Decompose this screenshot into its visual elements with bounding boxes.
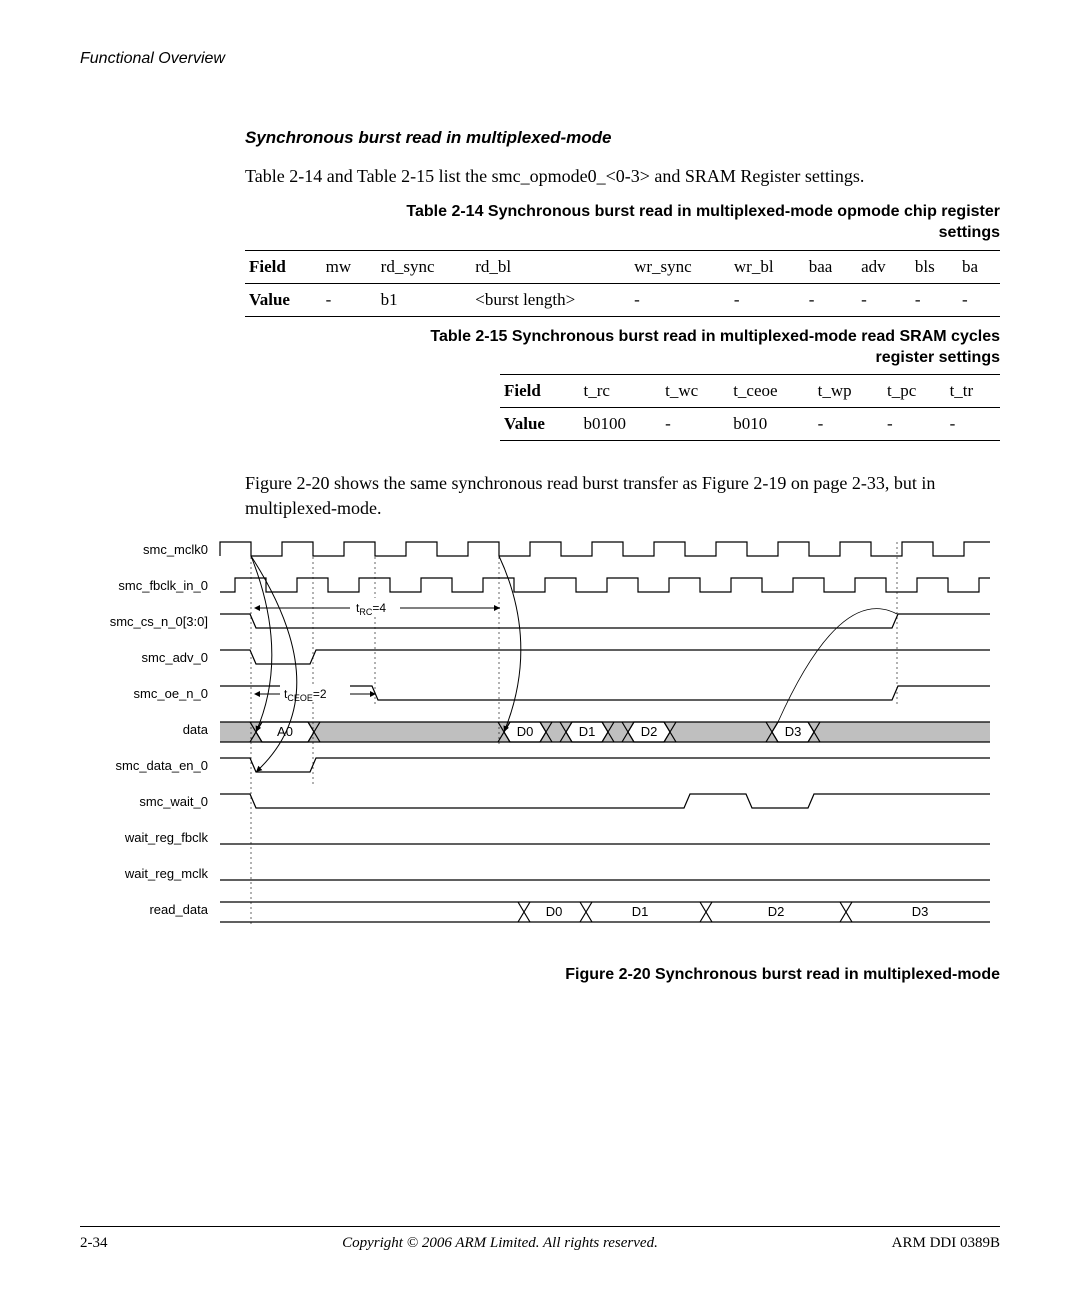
cell: wr_sync	[630, 250, 730, 283]
caption-text: register settings	[876, 349, 1000, 366]
read-data-value: D3	[912, 904, 929, 919]
cell: -	[805, 283, 857, 316]
table-row: Value - b1 <burst length> - - - - - -	[245, 283, 1000, 316]
row-header: Field	[245, 250, 322, 283]
section-heading: Synchronous burst read in multiplexed-mo…	[245, 128, 1000, 148]
caption-text: settings	[939, 224, 1000, 241]
cell: baa	[805, 250, 857, 283]
signal-label: smc_mclk0	[143, 542, 208, 557]
cell: -	[857, 283, 911, 316]
cell: t_wp	[814, 375, 883, 408]
row-header: Value	[245, 283, 322, 316]
copyright: Copyright © 2006 ARM Limited. All rights…	[160, 1235, 840, 1252]
data-value: D3	[785, 724, 802, 739]
signal-label: data	[183, 722, 209, 737]
cell: -	[322, 283, 377, 316]
cell: b010	[729, 408, 813, 441]
cell: rd_sync	[377, 250, 472, 283]
cell: wr_bl	[730, 250, 805, 283]
cell: mw	[322, 250, 377, 283]
table-2-wrap: Field t_rc t_wc t_ceoe t_wp t_pc t_tr Va…	[245, 374, 1000, 451]
cell: t_pc	[883, 375, 946, 408]
table-row: Value b0100 - b010 - - -	[500, 408, 1000, 441]
signal-label: read_data	[149, 902, 208, 917]
signal-label: smc_data_en_0	[115, 758, 208, 773]
cell: -	[883, 408, 946, 441]
mid-paragraph: Figure 2-20 shows the same synchronous r…	[245, 471, 1000, 520]
cell: -	[630, 283, 730, 316]
cell: b1	[377, 283, 472, 316]
figure-caption: Figure 2-20 Synchronous burst read in mu…	[80, 966, 1000, 984]
page: Functional Overview Synchronous burst re…	[0, 0, 1080, 1296]
running-header: Functional Overview	[80, 50, 1000, 68]
signal-label: smc_adv_0	[142, 650, 208, 665]
caption-text: Table 2-14 Synchronous burst read in mul…	[406, 203, 1000, 220]
data-value: A0	[277, 724, 293, 739]
cell: -	[814, 408, 883, 441]
page-number: 2-34	[80, 1235, 160, 1252]
row-header: Field	[500, 375, 579, 408]
signal-label: smc_wait_0	[139, 794, 208, 809]
intro-paragraph: Table 2-14 and Table 2-15 list the smc_o…	[245, 164, 1000, 188]
cell: -	[661, 408, 729, 441]
cell: <burst length>	[471, 283, 630, 316]
caption-text: Table 2-15 Synchronous burst read in mul…	[430, 328, 1000, 345]
cell: t_tr	[946, 375, 1000, 408]
table-1: Field mw rd_sync rd_bl wr_sync wr_bl baa…	[245, 250, 1000, 317]
cell: -	[911, 283, 958, 316]
read-data-value: D0	[546, 904, 563, 919]
data-value: D2	[641, 724, 658, 739]
signal-label: smc_fbclk_in_0	[118, 578, 208, 593]
signal-label: smc_oe_n_0	[134, 686, 208, 701]
read-data-value: D1	[632, 904, 649, 919]
table-2-caption: Table 2-15 Synchronous burst read in mul…	[245, 327, 1000, 369]
cell: t_ceoe	[729, 375, 813, 408]
doc-id: ARM DDI 0389B	[840, 1235, 1000, 1252]
table-row: Field mw rd_sync rd_bl wr_sync wr_bl baa…	[245, 250, 1000, 283]
cell: b0100	[579, 408, 661, 441]
cell: t_wc	[661, 375, 729, 408]
table-2: Field t_rc t_wc t_ceoe t_wp t_pc t_tr Va…	[500, 374, 1000, 441]
cell: -	[730, 283, 805, 316]
table-row: Field t_rc t_wc t_ceoe t_wp t_pc t_tr	[500, 375, 1000, 408]
signal-label: smc_cs_n_0[3:0]	[110, 614, 208, 629]
cell: rd_bl	[471, 250, 630, 283]
figure-2-20: smc_mclk0 smc_fbclk_in_0 smc_cs_n_0[3:0]…	[80, 534, 1000, 984]
data-value: D1	[579, 724, 596, 739]
table-1-caption: Table 2-14 Synchronous burst read in mul…	[245, 202, 1000, 244]
cell: bls	[911, 250, 958, 283]
data-value: D0	[517, 724, 534, 739]
cell: ba	[958, 250, 1000, 283]
signal-label: wait_reg_fbclk	[124, 830, 209, 845]
read-data-value: D2	[768, 904, 785, 919]
signal-label: wait_reg_mclk	[124, 866, 209, 881]
cell: adv	[857, 250, 911, 283]
timing-diagram-svg: smc_mclk0 smc_fbclk_in_0 smc_cs_n_0[3:0]…	[80, 534, 1000, 954]
cell: t_rc	[579, 375, 661, 408]
page-footer: 2-34 Copyright © 2006 ARM Limited. All r…	[80, 1226, 1000, 1252]
main-content: Synchronous burst read in multiplexed-mo…	[245, 128, 1000, 520]
cell: -	[946, 408, 1000, 441]
row-header: Value	[500, 408, 579, 441]
cell: -	[958, 283, 1000, 316]
